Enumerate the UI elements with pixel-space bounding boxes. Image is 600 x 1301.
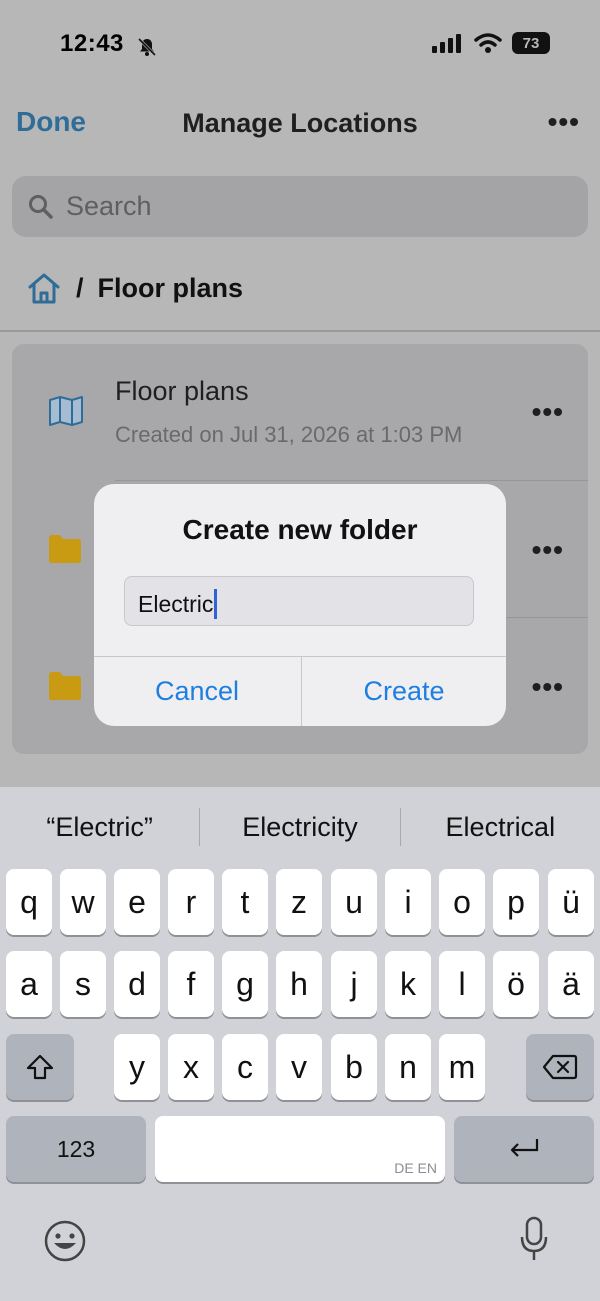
key[interactable]: f: [168, 951, 214, 1017]
map-icon: [49, 396, 83, 426]
key[interactable]: ä: [548, 951, 594, 1017]
key[interactable]: s: [60, 951, 106, 1017]
home-icon[interactable]: [26, 270, 62, 306]
key[interactable]: m: [439, 1034, 485, 1100]
microphone-icon[interactable]: [518, 1215, 550, 1263]
folder-name-value: Electric: [138, 591, 214, 617]
dialog-title: Create new folder: [182, 514, 418, 545]
key[interactable]: ö: [493, 951, 539, 1017]
key[interactable]: k: [385, 951, 431, 1017]
create-button[interactable]: Create: [301, 656, 506, 726]
suggestion-item[interactable]: Electrical: [401, 812, 600, 843]
key[interactable]: d: [114, 951, 160, 1017]
space-language-label: DE EN: [394, 1160, 437, 1176]
text-caret: [214, 589, 218, 619]
status-time: 12:43: [60, 30, 124, 57]
breadcrumb-current: Floor plans: [97, 272, 244, 303]
key[interactable]: v: [276, 1034, 322, 1100]
done-button[interactable]: Done: [16, 106, 86, 138]
key[interactable]: n: [385, 1034, 431, 1100]
shift-key[interactable]: [6, 1034, 74, 1100]
key[interactable]: u: [331, 869, 377, 935]
status-icons: 73: [432, 32, 550, 54]
page-title: Manage Locations: [182, 108, 418, 138]
key[interactable]: z: [276, 869, 322, 935]
more-options-button[interactable]: •••: [548, 106, 580, 138]
folder-name-input[interactable]: Electric: [124, 576, 474, 626]
key[interactable]: ü: [548, 869, 594, 935]
space-key[interactable]: DE EN: [155, 1116, 445, 1182]
bell-muted-icon: [137, 37, 157, 57]
list-item-subtitle: Created on Jul 31, 2026 at 1:03 PM: [115, 422, 463, 447]
breadcrumb: / Floor plans: [26, 270, 243, 306]
suggestion-item[interactable]: “Electric”: [0, 812, 199, 843]
search-input[interactable]: Search: [12, 176, 588, 237]
create-folder-dialog: Create new folder Electric Cancel Create: [94, 484, 506, 726]
key[interactable]: g: [222, 951, 268, 1017]
key[interactable]: r: [168, 869, 214, 935]
keyboard: “Electric” Electricity Electrical q w e …: [0, 787, 600, 1301]
key[interactable]: y: [114, 1034, 160, 1100]
folder-icon: [49, 672, 81, 700]
signal-icon: [432, 34, 461, 53]
battery-indicator: 73: [512, 32, 550, 54]
key[interactable]: j: [331, 951, 377, 1017]
key[interactable]: p: [493, 869, 539, 935]
key[interactable]: b: [331, 1034, 377, 1100]
return-icon: [510, 1139, 539, 1157]
breadcrumb-separator: /: [76, 272, 84, 303]
search-placeholder: Search: [66, 191, 152, 221]
row-more-button[interactable]: •••: [532, 534, 564, 566]
key[interactable]: t: [222, 869, 268, 935]
key[interactable]: c: [222, 1034, 268, 1100]
key[interactable]: o: [439, 869, 485, 935]
key[interactable]: w: [60, 869, 106, 935]
search-icon: [29, 194, 53, 219]
numbers-key[interactable]: 123: [6, 1116, 146, 1182]
key[interactable]: l: [439, 951, 485, 1017]
divider: [0, 330, 600, 332]
key[interactable]: e: [114, 869, 160, 935]
row-more-button[interactable]: •••: [532, 396, 564, 428]
cancel-button[interactable]: Cancel: [94, 656, 300, 726]
delete-key[interactable]: [526, 1034, 594, 1100]
emoji-icon[interactable]: [43, 1219, 87, 1263]
suggestion-bar: “Electric” Electricity Electrical: [0, 787, 600, 867]
row-divider: [115, 480, 588, 481]
key[interactable]: i: [385, 869, 431, 935]
wifi-icon: [474, 33, 502, 53]
key[interactable]: a: [6, 951, 52, 1017]
row-more-button[interactable]: •••: [532, 671, 564, 703]
folder-icon: [49, 535, 81, 563]
key[interactable]: x: [168, 1034, 214, 1100]
shift-icon: [26, 1054, 54, 1080]
key[interactable]: q: [6, 869, 52, 935]
key[interactable]: h: [276, 951, 322, 1017]
suggestion-item[interactable]: Electricity: [200, 812, 399, 843]
return-key[interactable]: [454, 1116, 594, 1182]
backspace-icon: [542, 1054, 578, 1080]
list-item-title[interactable]: Floor plans: [115, 376, 249, 407]
